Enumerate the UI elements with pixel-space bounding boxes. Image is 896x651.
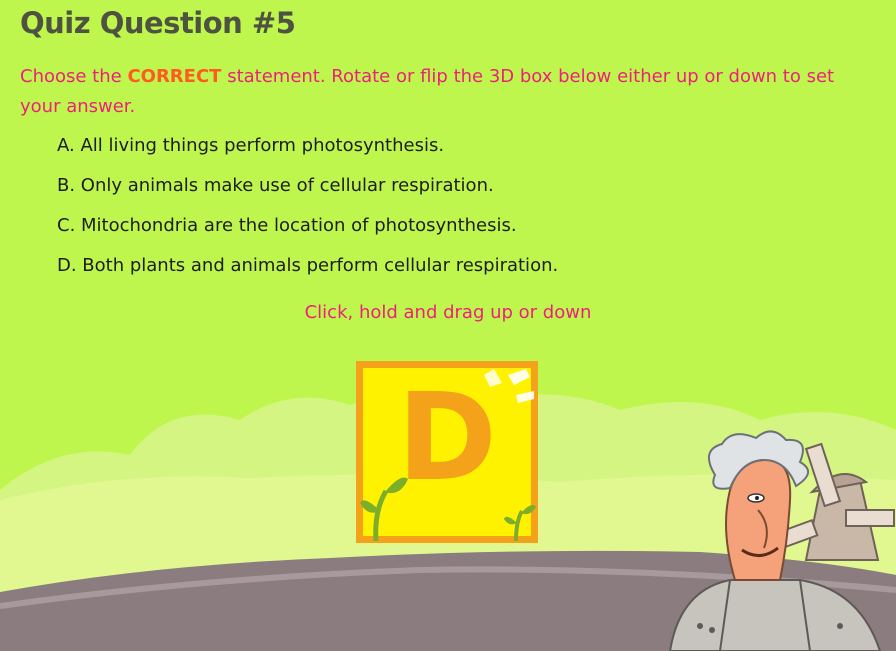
old-man-character — [668, 430, 882, 651]
prompt-text-start: Choose the — [20, 66, 128, 87]
answer-cube[interactable]: D — [356, 361, 538, 543]
option-b: B. Only animals make use of cellular res… — [57, 175, 494, 196]
option-a: A. All living things perform photosynthe… — [57, 135, 445, 156]
page-title: Quiz Question #5 — [20, 6, 296, 40]
answer-options: A. All living things perform photosynthe… — [57, 130, 558, 290]
question-prompt: Choose the CORRECT statement. Rotate or … — [20, 62, 870, 122]
option-c: C. Mitochondria are the location of phot… — [57, 215, 517, 236]
prompt-highlight: CORRECT — [127, 66, 222, 87]
selected-answer-letter: D — [397, 369, 497, 508]
option-d: D. Both plants and animals perform cellu… — [57, 255, 559, 276]
drag-hint: Click, hold and drag up or down — [304, 302, 592, 323]
